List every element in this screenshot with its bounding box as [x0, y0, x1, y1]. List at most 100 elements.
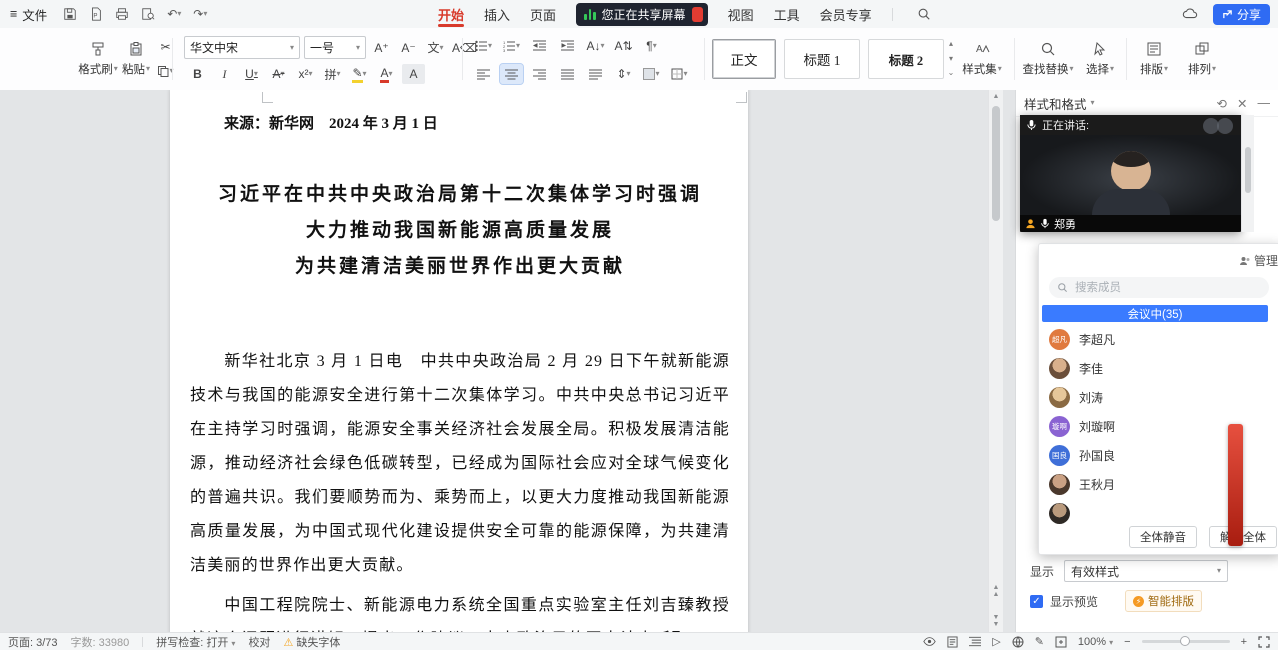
- slideshow-icon[interactable]: ▷: [992, 635, 1000, 648]
- arrange-button[interactable]: 排列▾: [1180, 31, 1224, 87]
- member-row[interactable]: 李佳: [1039, 354, 1278, 383]
- member-search-input[interactable]: [1073, 281, 1237, 295]
- spellcheck-status[interactable]: 拼写检查: 打开 ▾: [156, 634, 235, 650]
- style-heading2[interactable]: 标题 2: [868, 39, 944, 79]
- member-name: 孙国良: [1079, 447, 1115, 464]
- show-preview-label: 显示预览: [1050, 593, 1098, 610]
- gallery-up-icon[interactable]: ▴: [949, 39, 953, 48]
- share-button[interactable]: 分享: [1213, 4, 1270, 25]
- styles-group: 正文 标题 1 标题 2 ▴ ▾ ⌄ A 样式集▾: [0, 28, 1016, 90]
- title-line-2: 大力推动我国新能源高质量发展: [190, 213, 730, 249]
- microphone-icon: [1026, 119, 1037, 131]
- page-indicator[interactable]: 页面: 3/73: [8, 634, 58, 650]
- ink-pen-icon[interactable]: ✎: [1035, 635, 1044, 648]
- tab-home[interactable]: 开始: [438, 0, 464, 28]
- display-style-dropdown[interactable]: 有效样式▾: [1064, 560, 1228, 582]
- member-search-box[interactable]: [1049, 277, 1269, 298]
- red-banner-decoration: [1228, 424, 1243, 546]
- tab-member[interactable]: 会员专享: [820, 0, 872, 28]
- search-icon[interactable]: [913, 4, 935, 24]
- cursor-icon: [1092, 41, 1108, 57]
- gallery-more-icon[interactable]: ⌄: [948, 68, 955, 77]
- find-replace-button[interactable]: 查找替换▾: [1022, 31, 1074, 87]
- tab-view[interactable]: 视图: [728, 0, 754, 28]
- show-preview-checkbox[interactable]: ✓: [1030, 595, 1043, 608]
- pane-close-icon[interactable]: ✕: [1237, 96, 1247, 111]
- file-menu-label: 文件: [22, 5, 47, 24]
- missing-font-warning[interactable]: ⚠ 缺失字体: [283, 634, 340, 650]
- pane-title-caret-icon[interactable]: ▾: [1091, 99, 1095, 107]
- pane-pin-icon[interactable]: ⟲: [1217, 96, 1227, 111]
- word-count[interactable]: 字数: 33980: [71, 634, 130, 650]
- pane-scrollbar[interactable]: [1241, 115, 1254, 232]
- print-preview-icon[interactable]: [137, 4, 159, 24]
- file-menu-button[interactable]: ≡ 文件: [0, 5, 57, 24]
- share-button-label: 分享: [1237, 6, 1261, 23]
- paragraph-2: 中国工程院院士、新能源电力系统全国重点实验室主任刘吉臻教授就这个问题进行讲解，提…: [190, 589, 730, 632]
- outline-view-icon[interactable]: [969, 636, 981, 647]
- tab-page[interactable]: 页面: [530, 0, 556, 28]
- presenter-icon: [1025, 218, 1036, 229]
- screen-share-badge[interactable]: 您正在共享屏幕: [576, 3, 708, 26]
- titlebar: ≡ 文件 P ↶▾ ↷▾ 开始 插入 页面 您正在共享屏幕 视图 工具 会员专享: [0, 0, 1278, 29]
- svg-text:P: P: [94, 13, 98, 20]
- style-heading1[interactable]: 标题 1: [784, 39, 860, 79]
- zoom-level[interactable]: 100% ▾: [1078, 636, 1113, 648]
- tab-tools[interactable]: 工具: [774, 0, 800, 28]
- zoom-slider-handle[interactable]: [1180, 636, 1190, 646]
- tab-insert[interactable]: 插入: [484, 0, 510, 28]
- member-name: 李超凡: [1079, 331, 1115, 348]
- margin-crop-mark-right: [736, 92, 747, 103]
- warning-icon: ⚠: [283, 637, 293, 649]
- gallery-down-icon[interactable]: ▾: [949, 54, 953, 63]
- task-pane-header: 样式和格式 ▾ ⟲ ✕ —: [1016, 90, 1278, 117]
- scrollbar-thumb[interactable]: [992, 106, 1000, 221]
- hamburger-icon: ≡: [10, 7, 17, 21]
- smart-layout-button[interactable]: ⚡ 智能排版: [1125, 590, 1202, 612]
- print-icon[interactable]: [111, 4, 133, 24]
- pane-scrollbar-thumb[interactable]: [1245, 147, 1251, 193]
- mute-all-button[interactable]: 全体静音: [1129, 526, 1197, 548]
- web-layout-icon[interactable]: [1012, 636, 1024, 648]
- document-page[interactable]: 来源：新华网 2024 年 3 月 1 日 习近平在中共中央政治局第十二次集体学…: [170, 90, 748, 632]
- undo-icon[interactable]: ↶▾: [163, 4, 185, 24]
- member-row[interactable]: 刘涛: [1039, 383, 1278, 412]
- scroll-up-icon[interactable]: ▲: [989, 93, 1003, 100]
- pane-collapse-icon[interactable]: —: [1258, 96, 1271, 111]
- assist-eye-icon[interactable]: [923, 636, 936, 647]
- member-name: 王秋月: [1079, 476, 1115, 493]
- page-view-icon[interactable]: [947, 636, 958, 648]
- redo-icon[interactable]: ↷▾: [189, 4, 211, 24]
- unmute-all-button[interactable]: 解除全体: [1209, 526, 1277, 548]
- margin-crop-mark-left: [262, 92, 273, 103]
- previous-page-icon[interactable]: ▲▲: [989, 584, 1003, 598]
- style-normal[interactable]: 正文: [712, 39, 776, 79]
- save-icon[interactable]: [59, 4, 81, 24]
- proofread-button[interactable]: 校对: [248, 634, 270, 650]
- cloud-sync-icon[interactable]: [1179, 4, 1201, 24]
- style-gallery-arrows[interactable]: ▴ ▾ ⌄: [944, 39, 958, 77]
- fit-page-icon[interactable]: [1055, 636, 1067, 648]
- style-set-button[interactable]: A 样式集▾: [962, 31, 1002, 87]
- mic-small-icon: [1040, 218, 1050, 229]
- statusbar: 页面: 3/73 字数: 33980 拼写检查: 打开 ▾ 校对 ⚠ 缺失字体 …: [0, 632, 1278, 650]
- zoom-in-icon[interactable]: +: [1241, 636, 1247, 648]
- manage-members-button[interactable]: 管理: [1239, 252, 1278, 269]
- share-badge-label: 您正在共享屏幕: [602, 6, 686, 23]
- select-button[interactable]: 选择▾: [1080, 31, 1120, 87]
- member-row[interactable]: 超凡 李超凡: [1039, 325, 1278, 354]
- export-pdf-icon[interactable]: P: [85, 4, 107, 24]
- speaking-label: 正在讲话:: [1042, 117, 1089, 133]
- zoom-slider[interactable]: [1142, 640, 1230, 643]
- source-line: 来源：新华网 2024 年 3 月 1 日: [190, 112, 730, 133]
- next-page-icon[interactable]: ▼▼: [989, 614, 1003, 628]
- document-scrollbar[interactable]: ▲ ▲▲ ▼▼: [988, 90, 1003, 632]
- zoom-out-icon[interactable]: −: [1124, 636, 1130, 648]
- ribbon: 格式刷▾ 粘贴▾ ✂ ▾ 华文中宋▾ 一号▾ A⁺ A⁻ 文▾ A⌫ B: [0, 28, 1278, 91]
- title-line-3: 为共建清洁美丽世界作出更大贡献: [190, 249, 730, 285]
- fullscreen-icon[interactable]: [1258, 636, 1270, 648]
- stop-share-button[interactable]: [692, 7, 703, 22]
- layout-button[interactable]: 排版▾: [1132, 31, 1176, 87]
- in-meeting-count-bar[interactable]: 会议中(35): [1042, 305, 1268, 322]
- meeting-video-window[interactable]: 正在讲话: 郑勇: [1020, 115, 1241, 232]
